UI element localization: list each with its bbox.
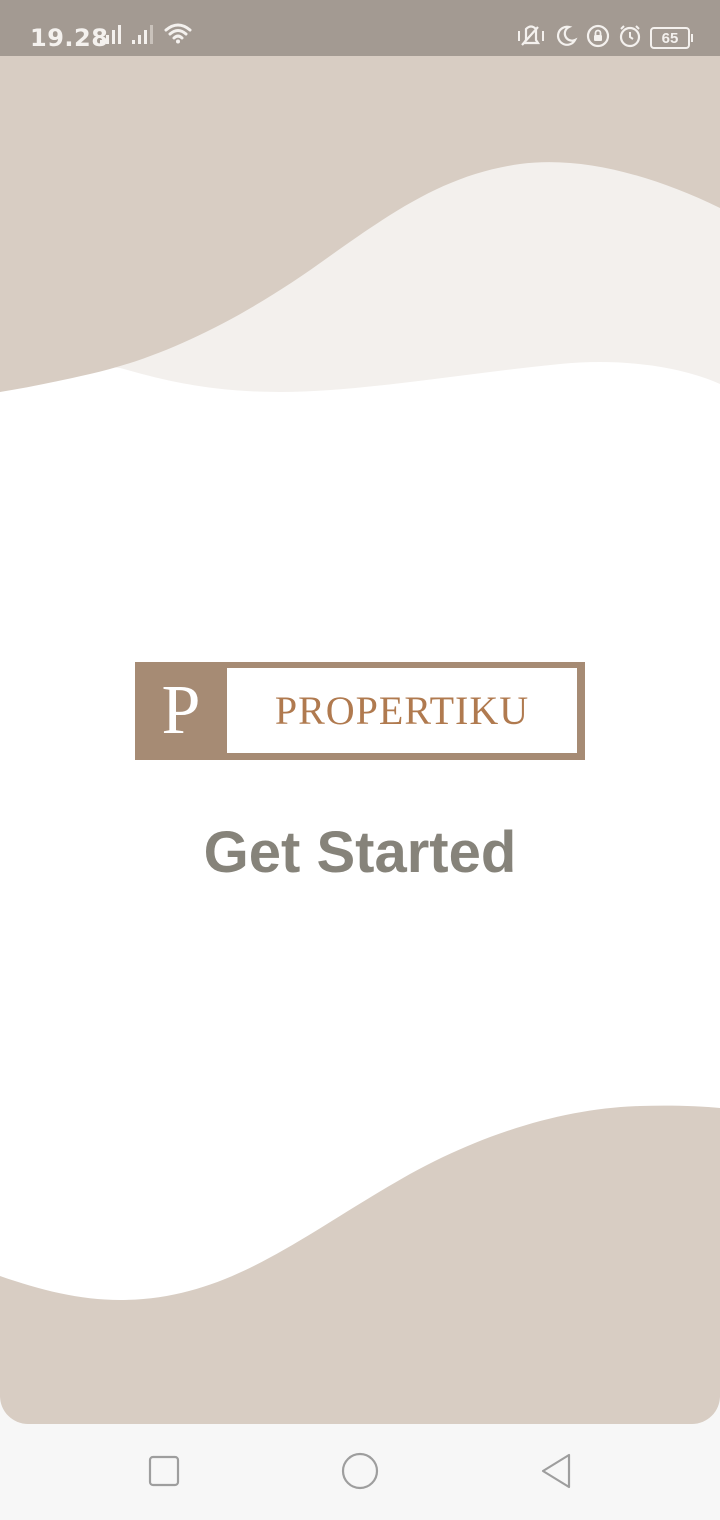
- main-content: P PROPERTIKU Get Started: [0, 56, 720, 1424]
- home-circle-icon: [341, 1452, 379, 1495]
- status-time: 19.28: [30, 24, 109, 52]
- recent-apps-square-icon: [148, 1455, 180, 1492]
- bottom-dark-wave: [0, 1105, 720, 1424]
- back-triangle-icon: [539, 1453, 573, 1494]
- splash-screen: 19.28 65 P PROPERTIKU Get Started: [0, 0, 720, 1520]
- back-button[interactable]: [533, 1450, 579, 1496]
- navigation-bar: [0, 1424, 720, 1520]
- propertiku-logo: P PROPERTIKU: [135, 662, 585, 760]
- vibrate-icon: [516, 24, 546, 53]
- status-bar: 19.28 65: [0, 0, 720, 56]
- wifi-icon: [164, 22, 192, 49]
- status-right-icons: 65: [516, 24, 693, 53]
- status-left-icons: [100, 22, 192, 49]
- signal-icon: [132, 24, 156, 49]
- logo-letter: P: [161, 672, 201, 749]
- rotation-lock-icon: [586, 24, 610, 53]
- logo-text: PROPERTIKU: [227, 668, 577, 753]
- alarm-icon: [618, 24, 642, 53]
- battery-icon: 65: [650, 27, 693, 49]
- do-not-disturb-moon-icon: [554, 24, 578, 53]
- home-button[interactable]: [337, 1450, 383, 1496]
- recent-apps-button[interactable]: [141, 1450, 187, 1496]
- signal-icon: [100, 24, 124, 49]
- get-started-button[interactable]: Get Started: [0, 816, 720, 890]
